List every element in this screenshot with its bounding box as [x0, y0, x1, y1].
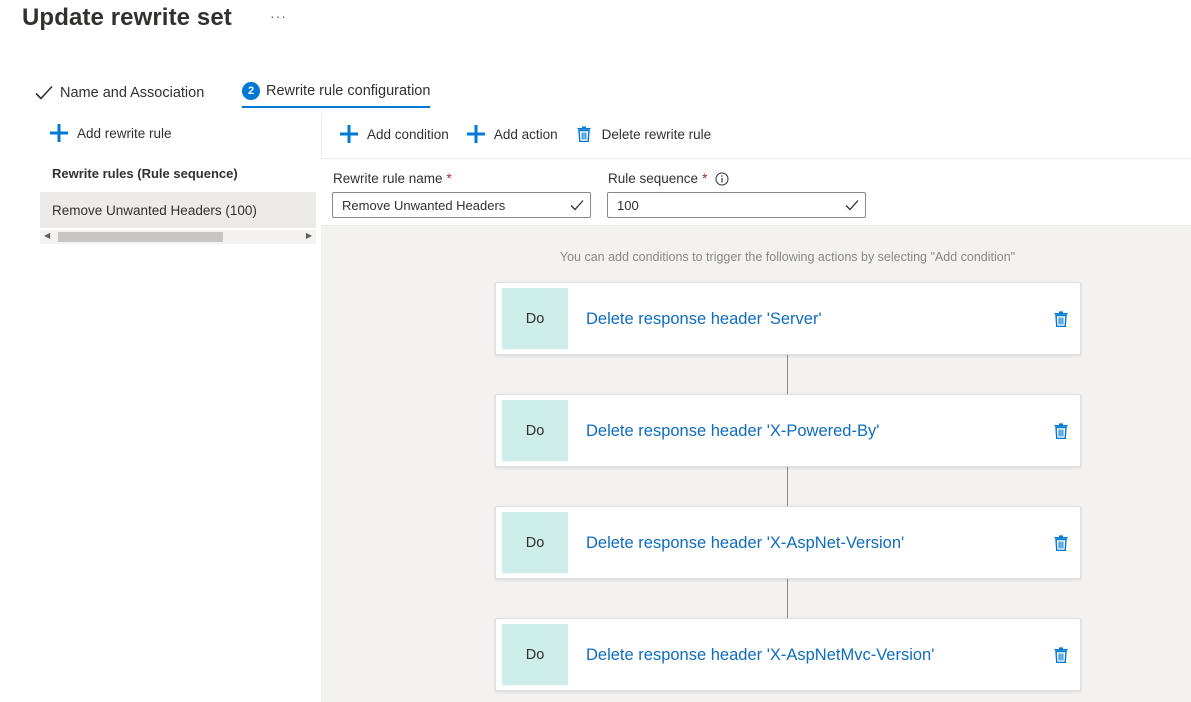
step-number-badge: 2 — [242, 82, 260, 100]
required-marker: * — [702, 171, 708, 186]
more-options-button[interactable]: ··· — [270, 8, 287, 24]
scrollbar-thumb[interactable] — [58, 232, 223, 242]
do-tag: Do — [502, 624, 568, 685]
trash-icon[interactable] — [1054, 535, 1068, 551]
action-title[interactable]: Delete response header 'X-AspNet-Version… — [586, 507, 904, 580]
add-rewrite-rule-button[interactable]: Add rewrite rule — [50, 124, 172, 142]
chevron-left-icon[interactable]: ◀ — [44, 231, 50, 240]
add-condition-hint: You can add conditions to trigger the fo… — [559, 250, 1016, 264]
checkmark-icon — [845, 200, 859, 211]
action-title[interactable]: Delete response header 'X-AspNetMvc-Vers… — [586, 619, 934, 692]
rule-toolbar: Add condition Add action Delete rewrite … — [340, 120, 729, 148]
add-condition-button[interactable]: Add condition — [340, 125, 449, 143]
tab-name-and-association[interactable]: Name and Association — [34, 78, 204, 108]
delete-rewrite-rule-button[interactable]: Delete rewrite rule — [576, 126, 712, 142]
action-title[interactable]: Delete response header 'Server' — [586, 283, 822, 356]
flow-connector — [787, 467, 788, 506]
rule-sequence-label-text: Rule sequence — [608, 171, 699, 186]
checkmark-icon — [35, 85, 53, 100]
flow-connector — [787, 355, 788, 394]
rules-list-header: Rewrite rules (Rule sequence) — [52, 166, 238, 181]
rule-sequence-label: Rule sequence * — [608, 171, 729, 186]
action-title[interactable]: Delete response header 'X-Powered-By' — [586, 395, 879, 468]
add-condition-label: Add condition — [367, 126, 449, 142]
add-action-label: Add action — [493, 126, 558, 142]
rule-list-item[interactable]: Remove Unwanted Headers (100) — [40, 192, 316, 228]
panel-divider — [321, 114, 322, 160]
info-icon[interactable] — [715, 172, 729, 186]
add-action-button[interactable]: Add action — [466, 125, 558, 143]
page-title: Update rewrite set — [22, 4, 232, 31]
rule-sequence-value: 100 — [617, 197, 639, 213]
plus-icon — [340, 125, 358, 143]
action-card[interactable]: Do Delete response header 'X-Powered-By' — [495, 394, 1081, 467]
rule-sequence-field[interactable]: 100 — [607, 192, 866, 218]
do-tag: Do — [502, 512, 568, 573]
checkmark-icon — [570, 200, 584, 211]
trash-icon[interactable] — [1054, 423, 1068, 439]
trash-icon — [577, 126, 591, 142]
horizontal-scrollbar[interactable]: ◀ ▶ — [40, 230, 316, 244]
action-card[interactable]: Do Delete response header 'Server' — [495, 282, 1081, 355]
do-tag: Do — [502, 400, 568, 461]
delete-rewrite-rule-label: Delete rewrite rule — [601, 126, 712, 142]
tab-rewrite-rule-configuration[interactable]: 2 Rewrite rule configuration — [242, 78, 431, 108]
step-label: Rewrite rule configuration — [266, 83, 431, 99]
action-card[interactable]: Do Delete response header 'X-AspNet-Vers… — [495, 506, 1081, 579]
rule-name-field[interactable]: Remove Unwanted Headers — [332, 192, 591, 218]
rule-canvas: You can add conditions to trigger the fo… — [321, 225, 1191, 702]
plus-icon — [466, 125, 485, 143]
plus-icon — [50, 124, 68, 142]
rule-name-value: Remove Unwanted Headers — [342, 197, 506, 213]
action-card[interactable]: Do Delete response header 'X-AspNetMvc-V… — [495, 618, 1081, 691]
do-tag: Do — [502, 288, 568, 349]
flow-connector — [787, 579, 788, 618]
trash-icon[interactable] — [1054, 311, 1068, 327]
rule-name-label-text: Rewrite rule name — [333, 171, 443, 186]
step-label: Name and Association — [60, 85, 205, 101]
rule-form: Rewrite rule name * Remove Unwanted Head… — [321, 159, 1191, 225]
rule-name-label: Rewrite rule name * — [333, 171, 452, 186]
trash-icon[interactable] — [1054, 647, 1068, 663]
chevron-right-icon[interactable]: ▶ — [306, 231, 312, 240]
add-rewrite-rule-label: Add rewrite rule — [77, 125, 172, 141]
required-marker: * — [446, 171, 452, 186]
